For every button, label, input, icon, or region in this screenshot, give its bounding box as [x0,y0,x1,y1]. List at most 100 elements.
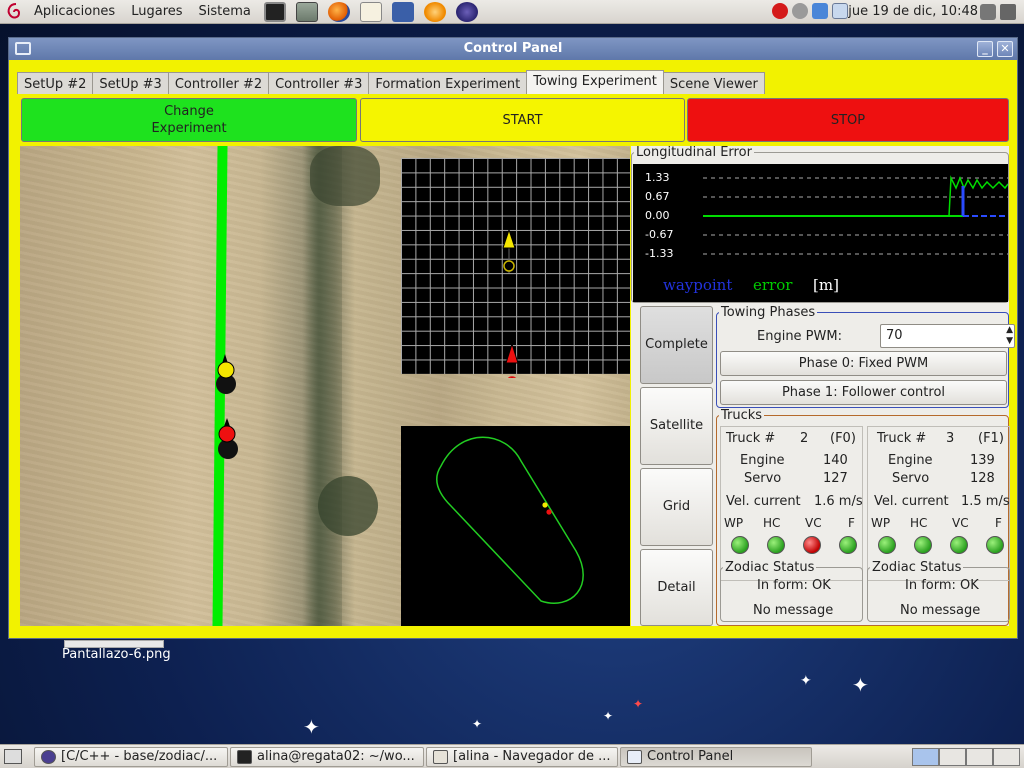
engine-label: Engine [740,453,785,468]
legend-waypoint: waypoint [663,276,733,294]
truck-leader-marker [216,354,236,394]
svg-text:✦: ✦ [800,673,812,689]
phase-1-button[interactable]: Phase 1: Follower control [720,380,1007,405]
tab-formation-experiment[interactable]: Formation Experiment [368,72,528,94]
spin-down-icon[interactable]: ▼ [1006,336,1013,346]
engine-value: 139 [970,453,995,468]
led-label-hc: HC [763,516,781,530]
truck-id: (F0) [830,431,856,446]
show-desktop-icon[interactable] [4,749,22,764]
engine-pwm-spinbox[interactable]: 70 ▲ ▼ [880,324,1015,348]
clock[interactable]: jue 19 de dic, 10:48 [848,0,978,24]
tex-icon[interactable] [359,1,382,22]
svg-text:✦: ✦ [852,673,869,697]
zodiac-message: No message [900,603,981,618]
legend-error: error [753,276,793,294]
detail-view-button[interactable]: Detail [640,549,713,626]
ytick-4: -0.67 [645,228,674,241]
phase-0-button[interactable]: Phase 0: Fixed PWM [720,351,1007,376]
led-label-f: F [848,516,855,530]
engine-pwm-value: 70 [886,328,903,343]
workspace-4[interactable] [993,748,1020,766]
task-file-browser[interactable]: [alina - Navegador de ... [426,747,618,767]
minimize-button[interactable]: _ [977,41,993,57]
led-label-wp: WP [724,516,744,530]
satellite-view-button[interactable]: Satellite [640,387,713,465]
bottom-panel: [C/C++ - base/zodiac/... alina@regata02:… [0,744,1024,768]
spin-up-icon[interactable]: ▲ [1006,325,1013,335]
svg-text:✦: ✦ [303,715,320,739]
task-terminal[interactable]: alina@regata02: ~/wo... [230,747,424,767]
tab-setup-3[interactable]: SetUp #3 [92,72,169,94]
task-label: Control Panel [647,749,734,764]
debian-logo-icon[interactable] [4,1,26,23]
led-vc-indicator [950,536,968,554]
task-label: alina@regata02: ~/wo... [257,749,415,764]
grid-view-button[interactable]: Grid [640,468,713,546]
workspace-3[interactable] [966,748,993,766]
tab-towing-experiment[interactable]: Towing Experiment [526,70,664,94]
detail-view[interactable] [401,426,630,626]
svg-text:✦: ✦ [472,717,482,731]
complete-view-button[interactable]: Complete [640,306,713,384]
start-button[interactable]: START [360,98,685,142]
task-eclipse[interactable]: [C/C++ - base/zodiac/... [34,747,228,767]
truck-label: Truck # [877,431,927,446]
servo-label: Servo [892,471,930,486]
tab-controller-3[interactable]: Controller #3 [268,72,370,94]
engine-pwm-label: Engine PWM: [757,329,842,344]
stop-button[interactable]: STOP [687,98,1009,142]
window-titlebar[interactable]: Control Panel _ ✕ [9,38,1017,60]
tab-setup-2[interactable]: SetUp #2 [17,72,94,94]
file-browser-icon [433,750,448,764]
zodiac-status-title: Zodiac Status [725,560,815,575]
tab-bar: SetUp #2 SetUp #3 Controller #2 Controll… [17,70,765,94]
tab-scene-viewer[interactable]: Scene Viewer [662,72,765,94]
grid-markers [502,228,519,378]
servo-value: 128 [970,471,995,486]
eclipse-icon[interactable] [455,1,478,22]
blender-icon[interactable] [423,1,446,22]
led-label-wp: WP [871,516,891,530]
settings-gear-icon[interactable] [792,3,808,19]
r-icon[interactable] [391,1,414,22]
search-icon[interactable] [832,3,848,19]
update-notifier-icon[interactable] [772,3,788,19]
engine-label: Engine [888,453,933,468]
truck-id: (F1) [978,431,1004,446]
tab-controller-2[interactable]: Controller #2 [167,72,270,94]
workspace-2[interactable] [939,748,966,766]
error-plot: 1.33 0.67 0.00 -0.67 -1.33 waypoint erro… [633,164,1008,302]
change-experiment-line1: Change [164,104,214,119]
workspace-1[interactable] [912,748,939,766]
task-control-panel[interactable]: Control Panel [620,747,812,767]
led-f-indicator [839,536,857,554]
network-icon[interactable] [812,3,828,19]
truck-panel-f1: Truck # 3 (F1) Engine 139 Servo 128 Vel.… [867,426,1010,622]
firefox-icon[interactable] [327,1,350,22]
legend-unit: [m] [813,276,839,294]
truck-number: 2 [800,431,809,446]
truck-follower-marker [218,418,238,459]
menu-applications[interactable]: Aplicaciones [26,0,123,24]
terminal-icon[interactable] [263,1,286,22]
close-button[interactable]: ✕ [997,41,1013,57]
top-panel: Aplicaciones Lugares Sistema jue 19 de d… [0,0,1024,24]
calculator-icon[interactable] [295,1,318,22]
led-label-hc: HC [910,516,928,530]
power-icon[interactable] [1000,4,1016,20]
window-menu-icon[interactable] [15,42,31,55]
change-experiment-button[interactable]: Change Experiment [21,98,357,142]
truck-panel-f0: Truck # 2 (F0) Engine 140 Servo 127 Vel.… [720,426,863,622]
zodiac-message: No message [753,603,834,618]
engine-value: 140 [823,453,848,468]
grid-view[interactable] [401,158,630,378]
truck-label: Truck # [726,431,776,446]
workspace-switcher[interactable] [912,748,1020,766]
volume-icon[interactable] [980,4,996,20]
menu-system[interactable]: Sistema [191,0,259,24]
map-view[interactable] [20,146,630,626]
towing-phases-title: Towing Phases [721,305,816,320]
servo-value: 127 [823,471,848,486]
menu-places[interactable]: Lugares [123,0,190,24]
